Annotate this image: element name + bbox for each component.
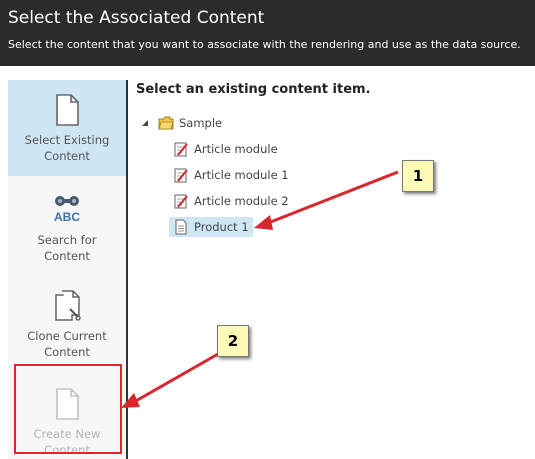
content-heading: Select an existing content item. — [136, 82, 371, 97]
tree-node-label: Article module — [194, 142, 278, 156]
sidebar-item-clone[interactable]: Clone Current Content — [8, 276, 126, 372]
clone-document-icon — [55, 290, 81, 321]
tree-node-label: Article module 2 — [194, 194, 289, 208]
sidebar-item-label: Select Existing Content — [24, 133, 110, 163]
dialog-header: Select the Associated Content Select the… — [0, 0, 535, 66]
callout-1: 1 — [402, 160, 434, 192]
dialog-subtitle: Select the content that you want to asso… — [8, 38, 521, 51]
tree-node-label: Product 1 — [194, 220, 249, 234]
sidebar-item-select-existing[interactable]: Select Existing Content — [8, 80, 126, 176]
callout-2: 2 — [217, 325, 249, 357]
sidebar-item-label: Search for Content — [37, 233, 97, 263]
article-icon — [174, 142, 188, 157]
svg-text:ABC: ABC — [54, 210, 80, 224]
article-icon — [174, 194, 188, 209]
tree-node-label: Sample — [179, 116, 223, 130]
folder-icon — [158, 116, 174, 130]
tree-node-article-module-1[interactable]: Article module 1 — [173, 165, 289, 185]
page-icon — [175, 219, 187, 235]
tree-node-label: Article module 1 — [194, 168, 289, 182]
article-icon — [174, 168, 188, 183]
create-new-highlight — [14, 364, 122, 454]
sidebar-item-label: Clone Current Content — [27, 329, 107, 359]
document-icon — [56, 94, 79, 126]
tree-node-product-1[interactable]: Product 1 — [169, 217, 253, 237]
tree-expander-icon[interactable] — [141, 119, 149, 127]
dialog-title: Select the Associated Content — [8, 8, 265, 28]
sidebar-divider — [126, 80, 128, 459]
tree-node-article-module-2[interactable]: Article module 2 — [173, 191, 289, 211]
sidebar-item-search[interactable]: ABC Search for Content — [8, 180, 126, 276]
binoculars-abc-icon: ABC — [54, 196, 80, 224]
tree-node-article-module[interactable]: Article module — [173, 139, 278, 159]
tree-node-sample[interactable]: Sample — [158, 113, 222, 133]
